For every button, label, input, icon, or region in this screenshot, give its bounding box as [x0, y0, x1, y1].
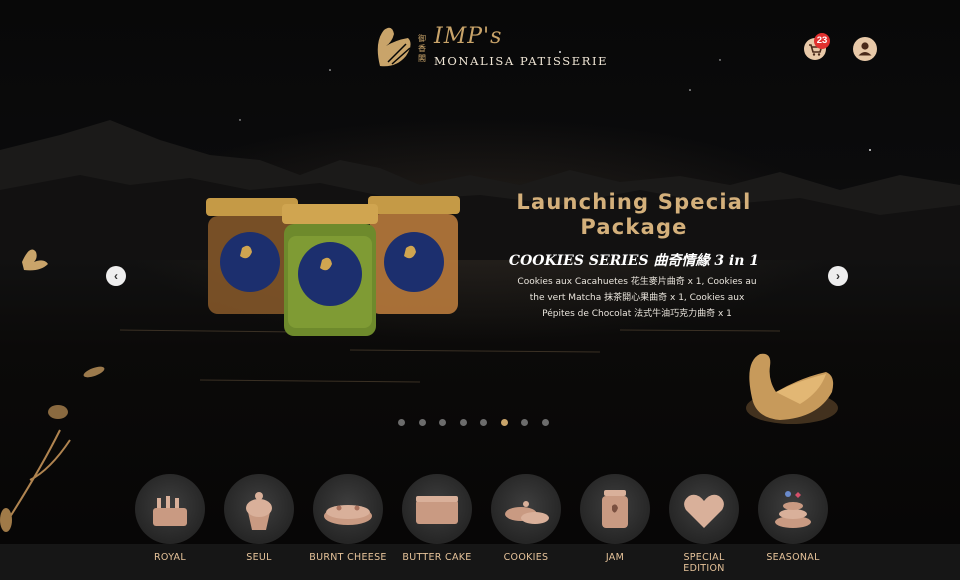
category-label: SEUL — [246, 552, 272, 563]
category-thumbnail — [224, 474, 294, 544]
category-thumbnail — [313, 474, 383, 544]
carousel-prev-button[interactable]: ‹ — [106, 266, 126, 286]
category-royal[interactable]: ROYAL — [128, 474, 212, 580]
category-nav: ROYAL SEUL BURNT CHEESE BUTTER CAKE COOKIES J… — [128, 474, 828, 580]
category-label: JAM — [605, 552, 625, 563]
branch-decoration — [7, 429, 71, 521]
brand-chinese-name: 御香閣 — [418, 34, 426, 63]
category-label: BUTTER CAKE — [402, 552, 472, 563]
category-special-edition[interactable]: SPECIAL EDITION — [662, 474, 746, 580]
carousel-dot[interactable] — [480, 419, 487, 426]
cart-count-badge: 23 — [814, 33, 830, 49]
cookies-icon — [505, 501, 549, 524]
chevron-right-icon: › — [836, 269, 840, 283]
brand-script: IMP's — [434, 24, 503, 49]
carousel-indicators — [398, 419, 549, 429]
carousel-dot[interactable] — [459, 419, 467, 426]
carousel-dot[interactable] — [418, 419, 426, 426]
category-jam[interactable]: JAM — [573, 474, 657, 580]
carousel-next-button[interactable]: › — [828, 266, 848, 286]
jam-jar-icon — [602, 490, 628, 528]
category-label: COOKIES — [503, 552, 549, 563]
brand-logo[interactable]: 御香閣 IMP's MONALISA PATISSERIE — [372, 22, 607, 74]
brand-name: MONALISA PATISSERIE — [434, 54, 609, 68]
category-thumbnail — [758, 474, 828, 544]
cart-button[interactable]: 23 — [804, 33, 830, 60]
category-seasonal[interactable]: SEASONAL — [751, 474, 835, 580]
category-label: SEASONAL — [766, 552, 820, 563]
category-label: SPECIAL EDITION — [683, 552, 725, 574]
category-label: BURNT CHEESE — [309, 552, 387, 563]
hero-title: Launching Special Package — [516, 190, 752, 239]
carousel-dot[interactable] — [521, 419, 528, 426]
category-label: ROYAL — [154, 552, 186, 563]
category-thumbnail — [135, 474, 205, 544]
category-thumbnail — [669, 474, 739, 544]
heart-icon — [684, 494, 724, 528]
hero-subtitle: COOKIES SERIES 曲奇情緣 3 in 1 — [508, 253, 760, 269]
chevron-left-icon: ‹ — [114, 269, 118, 283]
carousel-dot[interactable] — [500, 419, 508, 426]
royal-cake-icon — [153, 496, 187, 526]
carousel-dot[interactable] — [398, 419, 405, 426]
category-butter-cake[interactable]: BUTTER CAKE — [395, 474, 479, 580]
category-thumbnail — [491, 474, 561, 544]
category-burnt-cheese[interactable]: BURNT CHEESE — [306, 474, 390, 580]
hero-description: Cookies aux Cacahuetes 花生麥片曲奇 x 1, Cooki… — [517, 277, 757, 319]
butter-cake-icon — [416, 496, 458, 524]
burnt-cheese-icon — [324, 505, 372, 525]
carousel-dot[interactable] — [541, 419, 549, 426]
swan-logo-icon — [377, 27, 411, 67]
user-icon — [858, 42, 872, 56]
product-jars-image — [206, 196, 460, 336]
golden-swan-icon — [746, 353, 838, 424]
carousel-dot[interactable] — [439, 419, 446, 426]
hero-background: 御香閣 IMP's MONALISA PATISSERIE 23 Launchi… — [0, 0, 960, 580]
category-seul[interactable]: SEUL — [217, 474, 301, 580]
category-thumbnail — [402, 474, 472, 544]
moon-icon — [780, 88, 820, 135]
category-cookies[interactable]: COOKIES — [484, 474, 568, 580]
seasonal-cake-icon — [775, 491, 811, 528]
cupcake-icon — [246, 492, 272, 530]
account-button[interactable] — [853, 37, 877, 61]
category-thumbnail — [580, 474, 650, 544]
